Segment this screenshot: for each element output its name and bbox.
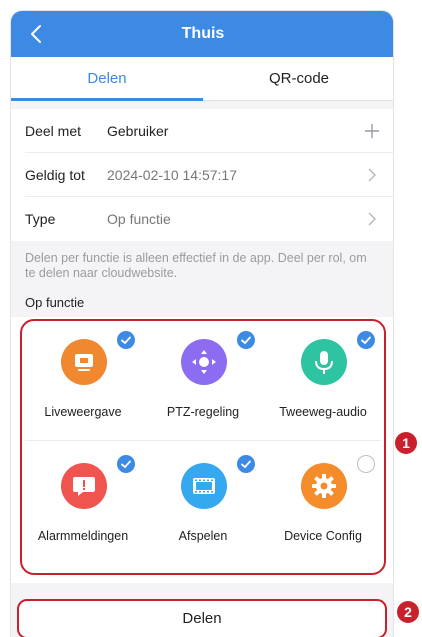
valid-until-value: 2024-02-10 14:57:17 xyxy=(107,167,237,183)
share-settings-form: Deel met Gebruiker Geldig tot 2024-02-10… xyxy=(11,109,393,241)
checkbox-checked[interactable] xyxy=(237,455,255,473)
plus-icon[interactable] xyxy=(363,119,381,143)
function-ptz-control[interactable]: PTZ-regeling xyxy=(143,321,263,441)
tab-bar: Delen QR-code xyxy=(11,57,393,101)
ptz-icon xyxy=(181,339,227,385)
chevron-right-icon xyxy=(368,212,376,226)
function-grid: Liveweergave PTZ-regeling Tweeweg-audio xyxy=(11,317,393,583)
tab-share[interactable]: Delen xyxy=(11,57,203,101)
microphone-icon xyxy=(301,339,347,385)
function-label: Afspelen xyxy=(178,529,228,543)
alarm-icon xyxy=(61,463,107,509)
checkbox-checked[interactable] xyxy=(117,331,135,349)
film-icon xyxy=(181,463,227,509)
tab-qr-code[interactable]: QR-code xyxy=(203,57,393,101)
share-with-label: Deel met xyxy=(25,123,82,139)
function-label: Tweeweg-audio xyxy=(279,405,367,419)
function-label: Alarmmeldingen xyxy=(37,529,129,543)
function-live-view[interactable]: Liveweergave xyxy=(23,321,143,441)
page-title: Thuis xyxy=(181,25,225,42)
function-playback[interactable]: Afspelen xyxy=(143,445,263,565)
function-label: Liveweergave xyxy=(44,405,122,419)
share-with-value: Gebruiker xyxy=(107,123,169,139)
header-bar: Thuis xyxy=(11,11,393,57)
type-row[interactable]: Type Op functie xyxy=(11,197,393,241)
checkbox-checked[interactable] xyxy=(117,455,135,473)
chevron-right-icon xyxy=(368,168,376,182)
function-two-way-audio[interactable]: Tweeweg-audio xyxy=(263,321,383,441)
function-label: Device Config xyxy=(284,529,362,543)
checkbox-checked[interactable] xyxy=(237,331,255,349)
gear-icon xyxy=(301,463,347,509)
function-label: PTZ-regeling xyxy=(166,405,240,419)
share-with-row[interactable]: Deel met Gebruiker xyxy=(11,109,393,153)
type-label: Type xyxy=(25,211,56,227)
checkbox-checked[interactable] xyxy=(357,331,375,349)
callout-badge-1: 1 xyxy=(395,432,417,454)
share-button[interactable]: Delen xyxy=(17,599,387,637)
share-mode-label: Op functie xyxy=(25,295,85,310)
checkbox-unchecked[interactable] xyxy=(357,455,375,473)
share-note: Delen per functie is alleen effectief in… xyxy=(25,251,367,280)
callout-badge-2: 2 xyxy=(397,601,419,623)
valid-until-row[interactable]: Geldig tot 2024-02-10 14:57:17 xyxy=(11,153,393,197)
monitor-icon xyxy=(61,339,107,385)
grid-divider xyxy=(25,440,381,441)
type-value: Op functie xyxy=(107,211,171,227)
share-screen: Thuis Delen QR-code Deel met Gebruiker G… xyxy=(10,10,394,637)
active-tab-indicator xyxy=(11,98,203,101)
share-button-area: Delen xyxy=(11,587,393,637)
valid-until-label: Geldig tot xyxy=(25,167,85,183)
function-alarm-notifications[interactable]: Alarmmeldingen xyxy=(23,445,143,565)
function-device-config[interactable]: Device Config xyxy=(263,445,383,565)
